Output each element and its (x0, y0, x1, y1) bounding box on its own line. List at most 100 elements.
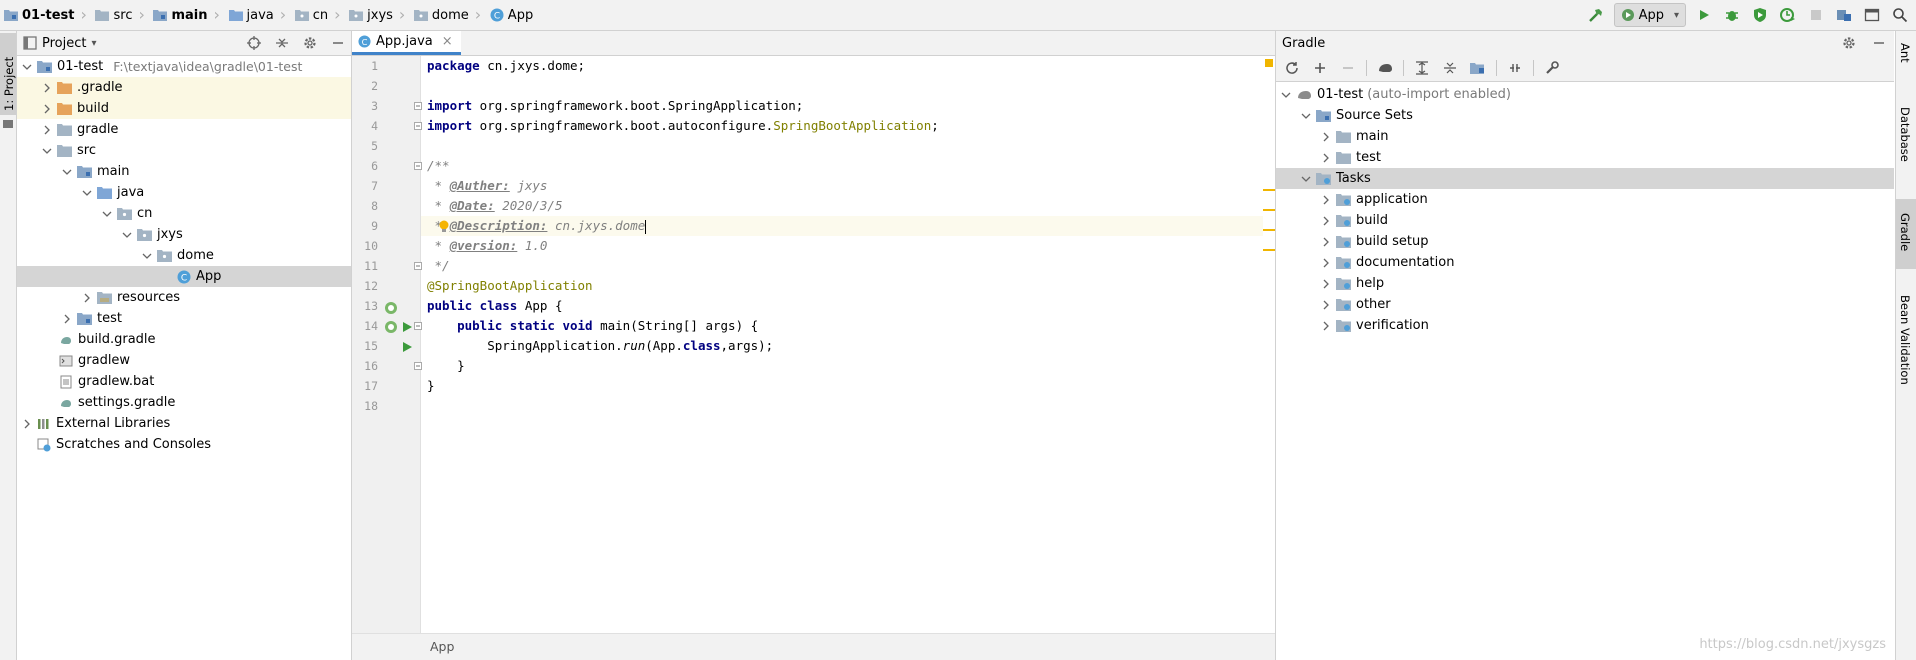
chevron-down-icon[interactable] (121, 229, 133, 241)
chevron-down-icon[interactable] (61, 166, 73, 178)
gradle-task-group-build-setup[interactable]: build setup (1276, 231, 1894, 252)
chevron-right-icon[interactable] (1320, 236, 1332, 248)
warning-marker[interactable] (1265, 59, 1273, 67)
chevron-down-icon[interactable] (1280, 89, 1292, 101)
chevron-right-icon[interactable] (1320, 215, 1332, 227)
locate-target-icon[interactable] (247, 36, 261, 50)
chevron-down-icon[interactable] (141, 250, 153, 262)
editor-tab-app-java[interactable]: C App.java × (352, 31, 461, 55)
minimize-icon[interactable] (331, 36, 345, 50)
breadcrumb-item-app[interactable]: C App (490, 8, 533, 23)
tree-node-app[interactable]: C App (17, 266, 351, 287)
breadcrumb-item-main[interactable]: main (153, 8, 208, 23)
chevron-down-icon[interactable] (81, 187, 93, 199)
error-stripe-mark[interactable] (1263, 249, 1275, 251)
chevron-right-icon[interactable] (41, 124, 53, 136)
lightbulb-icon[interactable] (438, 220, 450, 234)
gradle-node-main[interactable]: main (1276, 126, 1894, 147)
run-button[interactable] (1694, 5, 1714, 25)
tree-node-external-libraries[interactable]: External Libraries (17, 413, 351, 434)
chevron-right-icon[interactable] (81, 292, 93, 304)
breadcrumb-item-project[interactable]: 01-test (4, 8, 74, 23)
collapse-all-icon[interactable] (275, 36, 289, 50)
gradle-task-group-documentation[interactable]: documentation (1276, 252, 1894, 273)
tree-node-resources[interactable]: resources (17, 287, 351, 308)
chevron-right-icon[interactable] (1320, 278, 1332, 290)
project-structure-button[interactable] (1834, 5, 1854, 25)
project-view-selector[interactable]: Project ▾ (23, 36, 97, 51)
chevron-right-icon[interactable] (1320, 194, 1332, 206)
terminal-button[interactable] (1862, 5, 1882, 25)
gradle-task-group-help[interactable]: help (1276, 273, 1894, 294)
build-hammer-button[interactable] (1586, 5, 1606, 25)
gear-icon[interactable] (1842, 36, 1856, 50)
tool-tab-gradle[interactable]: Gradle (1896, 199, 1916, 269)
tree-node-dot-gradle[interactable]: .gradle (17, 77, 351, 98)
close-icon[interactable]: × (442, 34, 453, 49)
toggle-offline-button[interactable] (1505, 58, 1525, 78)
chevron-down-icon[interactable] (41, 145, 53, 157)
coverage-button[interactable] (1750, 5, 1770, 25)
refresh-button[interactable] (1282, 58, 1302, 78)
run-gutter-icon[interactable] (401, 341, 413, 353)
tool-tab-bean-validation[interactable]: Bean Validation (1896, 281, 1916, 391)
gradle-task-group-build[interactable]: build (1276, 210, 1894, 231)
search-everywhere-button[interactable] (1890, 5, 1910, 25)
gradle-task-group-application[interactable]: application (1276, 189, 1894, 210)
profile-button[interactable] (1778, 5, 1798, 25)
debug-button[interactable] (1722, 5, 1742, 25)
breadcrumb-item-dome[interactable]: dome (413, 8, 469, 23)
tool-tab-ant[interactable]: Ant (1896, 35, 1916, 77)
run-gutter-icon[interactable] (401, 321, 413, 333)
run-configuration-dropdown[interactable]: App ▾ (1613, 3, 1686, 27)
chevron-right-icon[interactable] (1320, 152, 1332, 164)
tree-node-gradlew-bat[interactable]: gradlew.bat (17, 371, 351, 392)
tree-node-jxys[interactable]: jxys (17, 224, 351, 245)
gradle-node-source-sets[interactable]: Source Sets (1276, 105, 1894, 126)
chevron-right-icon[interactable] (1320, 299, 1332, 311)
tree-node-gradle[interactable]: gradle (17, 119, 351, 140)
minimize-icon[interactable] (1872, 36, 1886, 50)
collapse-all-button[interactable] (1440, 58, 1460, 78)
chevron-down-icon[interactable] (1300, 173, 1312, 185)
gradle-task-group-other[interactable]: other (1276, 294, 1894, 315)
spring-bean-icon[interactable] (384, 301, 398, 315)
chevron-right-icon[interactable] (21, 418, 33, 430)
gear-icon[interactable] (303, 36, 317, 50)
execute-task-button[interactable] (1375, 58, 1395, 78)
breadcrumb-item-java[interactable]: java (228, 8, 274, 23)
gradle-node-project[interactable]: 01-test (auto-import enabled) (1276, 84, 1894, 105)
spring-bean-icon[interactable] (384, 320, 398, 334)
tool-tab-project[interactable]: 1: Project (0, 33, 16, 115)
remove-button[interactable] (1338, 58, 1358, 78)
gradle-node-tasks[interactable]: Tasks (1276, 168, 1894, 189)
attach-project-button[interactable] (1468, 58, 1488, 78)
tree-node-build-gradle[interactable]: build.gradle (17, 329, 351, 350)
tree-node-01-test[interactable]: 01-test F:\textjava\idea\gradle\01-test (17, 56, 351, 77)
gradle-settings-button[interactable] (1542, 58, 1562, 78)
chevron-right-icon[interactable] (1320, 131, 1332, 143)
breadcrumb-item-cn[interactable]: cn (294, 8, 328, 23)
chevron-right-icon[interactable] (61, 313, 73, 325)
stop-button[interactable] (1806, 5, 1826, 25)
breadcrumb-item-jxys[interactable]: jxys (349, 8, 393, 23)
tree-node-test[interactable]: test (17, 308, 351, 329)
tree-node-src[interactable]: src (17, 140, 351, 161)
breadcrumb-item-src[interactable]: src (95, 8, 132, 23)
gradle-task-group-verification[interactable]: verification (1276, 315, 1894, 336)
chevron-right-icon[interactable] (1320, 320, 1332, 332)
tree-node-dome[interactable]: dome (17, 245, 351, 266)
chevron-right-icon[interactable] (1320, 257, 1332, 269)
chevron-right-icon[interactable] (41, 82, 53, 94)
tree-node-settings-gradle[interactable]: settings.gradle (17, 392, 351, 413)
add-button[interactable] (1310, 58, 1330, 78)
tree-node-scratches[interactable]: Scratches and Consoles (17, 434, 351, 455)
gradle-node-test[interactable]: test (1276, 147, 1894, 168)
footer-breadcrumb-label[interactable]: App (430, 639, 454, 654)
error-stripe-mark[interactable] (1263, 229, 1275, 231)
chevron-right-icon[interactable] (41, 103, 53, 115)
error-stripe-mark[interactable] (1263, 189, 1275, 191)
chevron-down-icon[interactable] (21, 61, 33, 73)
tree-node-gradlew[interactable]: gradlew (17, 350, 351, 371)
expand-all-button[interactable] (1412, 58, 1432, 78)
